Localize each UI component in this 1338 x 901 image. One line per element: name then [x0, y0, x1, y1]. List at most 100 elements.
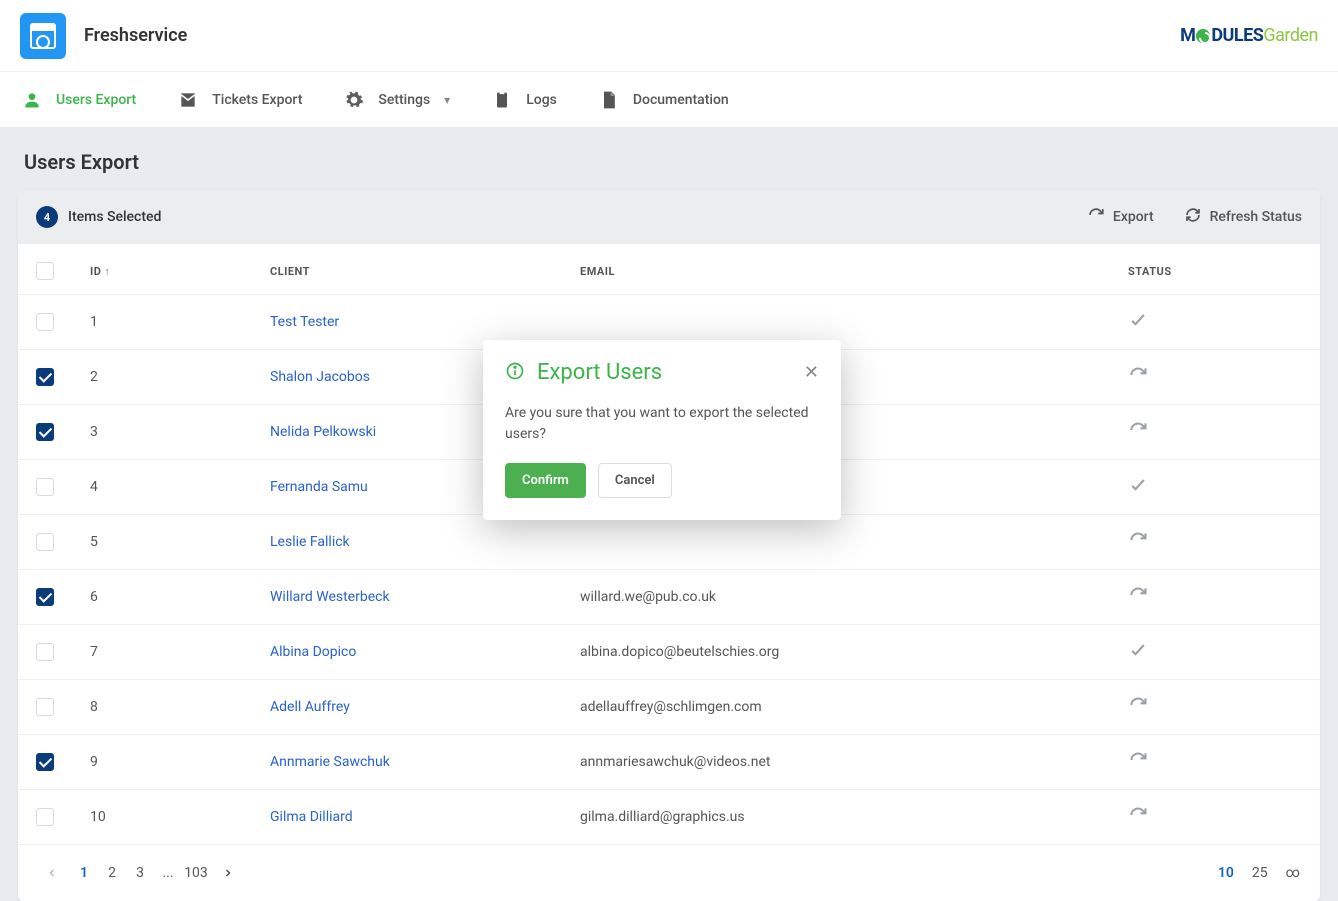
cell-status — [1110, 625, 1320, 680]
client-link[interactable]: Test Tester — [270, 314, 339, 330]
cell-client: Leslie Fallick — [252, 515, 562, 570]
client-link[interactable]: Nelida Pelkowski — [270, 424, 376, 440]
client-link[interactable]: Annmarie Sawchuk — [270, 754, 390, 770]
row-checkbox[interactable] — [36, 808, 54, 826]
cell-status — [1110, 460, 1320, 515]
card-toolbar: 4 Items Selected Export Refresh Status — [18, 190, 1320, 244]
users-table-card: 4 Items Selected Export Refresh Status I… — [18, 190, 1320, 901]
cell-client: Willard Westerbeck — [252, 570, 562, 625]
row-checkbox[interactable] — [36, 588, 54, 606]
page-size-option[interactable]: 25 — [1252, 865, 1268, 881]
main-nav: Users Export Tickets Export Settings ▾ L… — [0, 72, 1338, 128]
table-row: 10Gilma Dilliardgilma.dilliard@graphics.… — [18, 790, 1320, 845]
redo-icon — [1128, 593, 1148, 609]
cell-id: 5 — [72, 515, 252, 570]
table-row: 6Willard Westerbeckwillard.we@pub.co.uk — [18, 570, 1320, 625]
cell-client: Albina Dopico — [252, 625, 562, 680]
row-checkbox[interactable] — [36, 753, 54, 771]
info-icon — [505, 361, 525, 385]
client-link[interactable]: Fernanda Samu — [270, 479, 368, 495]
check-icon — [1128, 318, 1148, 334]
tab-logs[interactable]: Logs — [484, 84, 565, 116]
mail-icon — [178, 90, 198, 110]
cell-email: annmariesawchuk@videos.net — [562, 735, 1110, 790]
row-checkbox[interactable] — [36, 533, 54, 551]
row-checkbox[interactable] — [36, 313, 54, 331]
cell-client: Adell Auffrey — [252, 680, 562, 735]
cell-id: 8 — [72, 680, 252, 735]
clipboard-icon — [492, 90, 512, 110]
select-all-checkbox[interactable] — [36, 262, 54, 280]
nav-label: Settings — [378, 92, 430, 108]
cell-status — [1110, 515, 1320, 570]
row-checkbox[interactable] — [36, 643, 54, 661]
row-checkbox[interactable] — [36, 423, 54, 441]
page-size-option[interactable]: ∞ — [1286, 865, 1300, 881]
confirm-button[interactable]: Confirm — [505, 463, 586, 498]
gear-icon — [344, 90, 364, 110]
table-row: 7 Albina Dopico albina.dopico@beutelschies… — [18, 625, 1320, 680]
client-link[interactable]: Shalon Jacobos — [270, 369, 370, 385]
page-size-option[interactable]: 10 — [1218, 865, 1234, 881]
selected-label: Items Selected — [68, 209, 161, 225]
chevron-down-icon: ▾ — [444, 93, 450, 107]
cell-email — [562, 515, 1110, 570]
cancel-button[interactable]: Cancel — [598, 463, 672, 498]
topbar: Freshservice MDULESGarden — [0, 0, 1338, 72]
col-email[interactable]: EMAIL — [562, 244, 1110, 295]
cell-client: Gilma Dilliard — [252, 790, 562, 845]
redo-icon — [1128, 373, 1148, 389]
tab-tickets-export[interactable]: Tickets Export — [170, 84, 310, 116]
modulesgarden-logo: MDULESGarden — [1180, 25, 1318, 46]
sync-icon — [1184, 206, 1202, 228]
tab-settings[interactable]: Settings ▾ — [336, 84, 458, 116]
redo-icon — [1128, 813, 1148, 829]
table-row: 8 Adell Auffrey adellauffrey@schlimgen.com — [18, 680, 1320, 735]
table-row: 5 Leslie Fallick — [18, 515, 1320, 570]
page-title: Users Export — [0, 128, 1338, 190]
col-status[interactable]: STATUS — [1110, 244, 1320, 295]
cell-status — [1110, 570, 1320, 625]
row-checkbox[interactable] — [36, 698, 54, 716]
sort-asc-icon: ↑ — [104, 265, 110, 278]
tab-documentation[interactable]: Documentation — [591, 84, 737, 116]
export-button[interactable]: Export — [1087, 206, 1154, 228]
check-icon — [1128, 648, 1148, 664]
check-icon — [1128, 483, 1148, 499]
cell-client: Annmarie Sawchuk — [252, 735, 562, 790]
client-link[interactable]: Leslie Fallick — [270, 534, 350, 550]
redo-icon — [1128, 538, 1148, 554]
modal-title: Export Users — [537, 360, 662, 385]
row-checkbox[interactable] — [36, 368, 54, 386]
col-id[interactable]: ID↑ — [72, 244, 252, 295]
close-icon[interactable]: ✕ — [804, 362, 819, 383]
redo-icon — [1128, 758, 1148, 774]
cell-email: adellauffrey@schlimgen.com — [562, 680, 1110, 735]
cell-status — [1110, 295, 1320, 350]
client-link[interactable]: Willard Westerbeck — [270, 589, 390, 605]
cell-id: 3 — [72, 405, 252, 460]
cell-status — [1110, 790, 1320, 845]
export-users-modal: Export Users ✕ Are you sure that you wan… — [483, 340, 841, 520]
cell-id: 10 — [72, 790, 252, 845]
client-link[interactable]: Adell Auffrey — [270, 699, 350, 715]
cell-status — [1110, 735, 1320, 790]
app-title: Freshservice — [84, 25, 187, 46]
refresh-status-button[interactable]: Refresh Status — [1184, 206, 1302, 228]
cell-id: 4 — [72, 460, 252, 515]
modal-body: Are you sure that you want to export the… — [483, 397, 841, 463]
selected-count-badge: 4 — [36, 206, 58, 228]
nav-label: Logs — [526, 92, 557, 108]
client-link[interactable]: Albina Dopico — [270, 644, 356, 660]
nav-label: Documentation — [633, 92, 729, 108]
cell-email: albina.dopico@beutelschies.org — [562, 625, 1110, 680]
row-checkbox[interactable] — [36, 478, 54, 496]
pagination: 123...103 1025∞ — [18, 845, 1320, 901]
tab-users-export[interactable]: Users Export — [14, 84, 144, 116]
refresh-label: Refresh Status — [1210, 209, 1302, 225]
nav-label: Tickets Export — [212, 92, 302, 108]
col-client[interactable]: CLIENT — [252, 244, 562, 295]
client-link[interactable]: Gilma Dilliard — [270, 809, 353, 825]
export-label: Export — [1113, 209, 1154, 225]
cell-id: 7 — [72, 625, 252, 680]
